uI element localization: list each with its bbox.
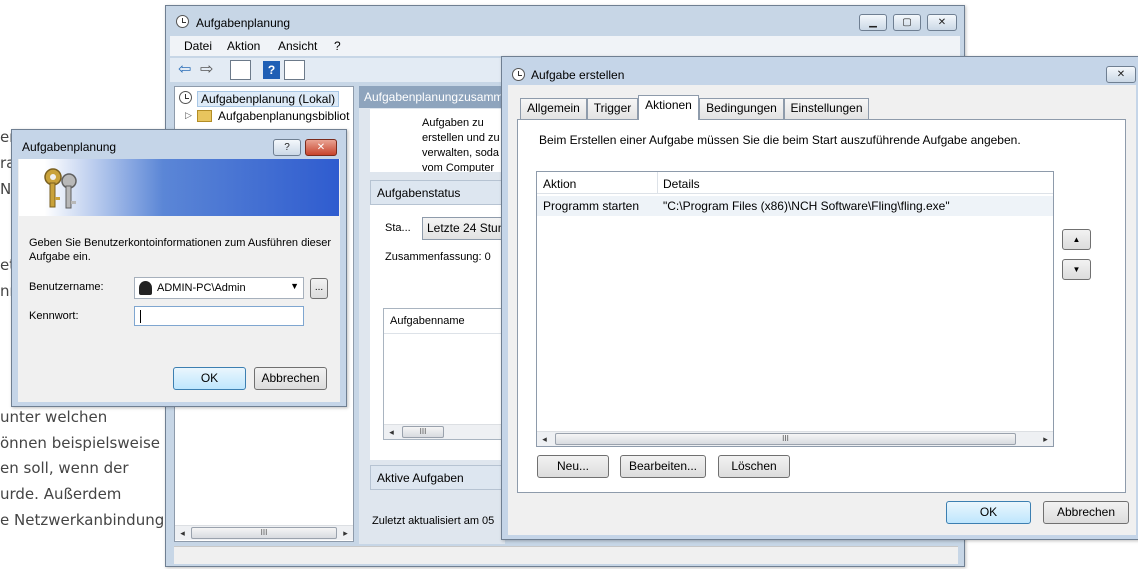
- column-header-aktion[interactable]: Aktion: [543, 177, 576, 191]
- chevron-down-icon[interactable]: ▼: [290, 281, 299, 291]
- minimize-button[interactable]: ▁: [859, 14, 887, 31]
- actions-list: Aktion Details Programm starten "C:\Prog…: [536, 171, 1054, 447]
- summary-line: vom Computer: [422, 162, 495, 172]
- tab-description: Beim Erstellen einer Aufgabe müssen Sie …: [539, 133, 1021, 147]
- summary-header: Aufgabenplanungzusamm: [359, 86, 505, 108]
- summary-text-block: Aufgaben zu erstellen und zu verwalten, …: [370, 109, 505, 172]
- move-up-button[interactable]: ▲: [1062, 229, 1091, 250]
- credential-dialog: Aufgabenplanung ? ✕ Geben Sie Benutzerko…: [11, 129, 347, 407]
- scroll-left-icon[interactable]: ◂: [537, 432, 552, 446]
- status-period-select[interactable]: Letzte 24 Stun: [422, 217, 505, 240]
- status-label: Sta...: [385, 222, 411, 234]
- password-field[interactable]: [134, 306, 304, 326]
- tree-item-library[interactable]: Aufgabenplanungsbibliot: [218, 109, 349, 123]
- delete-action-button[interactable]: Löschen: [718, 455, 790, 478]
- dialog-title-bar[interactable]: Aufgabe erstellen ✕: [502, 57, 1138, 87]
- tab-trigger[interactable]: Trigger: [587, 98, 638, 119]
- column-divider: [657, 172, 658, 194]
- tab-allgemein[interactable]: Allgemein: [520, 98, 587, 119]
- dialog-title: Aufgabe erstellen: [531, 68, 625, 82]
- move-down-button[interactable]: ▼: [1062, 259, 1091, 280]
- browse-user-button[interactable]: ...: [310, 278, 328, 299]
- column-header-details[interactable]: Details: [663, 177, 700, 191]
- close-button[interactable]: ✕: [1106, 66, 1136, 83]
- dialog-title: Aufgabenplanung: [22, 140, 117, 154]
- new-action-button[interactable]: Neu...: [537, 455, 609, 478]
- tab-einstellungen[interactable]: Einstellungen: [784, 98, 869, 119]
- article-fragment: önnen beispielsweise: [0, 434, 161, 452]
- clock-icon: [512, 68, 525, 81]
- status-bar: [174, 546, 958, 564]
- summary-line: Aufgaben zu: [422, 117, 484, 129]
- scroll-right-icon[interactable]: ▸: [1038, 432, 1053, 446]
- console-tree-icon[interactable]: [230, 60, 251, 80]
- dialog-title-bar[interactable]: Aufgabenplanung ? ✕: [12, 130, 346, 160]
- tree-item-root[interactable]: Aufgabenplanung (Lokal): [197, 91, 340, 107]
- maximize-button[interactable]: ▢: [893, 14, 921, 31]
- scroll-left-icon[interactable]: ◂: [384, 425, 399, 439]
- ok-button[interactable]: OK: [173, 367, 246, 390]
- summary-line: verwalten, soda: [422, 147, 500, 159]
- tab-aktionen[interactable]: Aktionen: [638, 95, 699, 120]
- summary-line: erstellen und zu: [422, 132, 500, 144]
- user-icon: [139, 281, 152, 295]
- task-status-header[interactable]: Aufgabenstatus: [370, 180, 505, 205]
- actions-horizontal-scrollbar[interactable]: ◂ III ▸: [537, 431, 1053, 446]
- instruction-text: Geben Sie Benutzerkontoinformationen zum…: [29, 237, 332, 263]
- cancel-button[interactable]: Abbrechen: [254, 367, 327, 390]
- scroll-thumb[interactable]: III: [555, 433, 1016, 445]
- folder-icon: [197, 110, 212, 122]
- scroll-thumb[interactable]: III: [402, 426, 444, 438]
- action-pane-icon[interactable]: [284, 60, 305, 80]
- window-title: Aufgabenplanung: [196, 16, 291, 30]
- article-fragment: N: [0, 180, 12, 198]
- task-list: Aufgabenname ◂ III: [383, 308, 505, 440]
- column-header-taskname[interactable]: Aufgabenname: [390, 315, 465, 327]
- list-header: [537, 172, 1053, 194]
- tree-horizontal-scrollbar[interactable]: ◂ III ▸: [175, 525, 353, 540]
- help-button[interactable]: ?: [273, 139, 301, 156]
- create-task-dialog: Aufgabe erstellen ✕ Allgemein Trigger Ak…: [501, 56, 1138, 540]
- edit-action-button[interactable]: Bearbeiten...: [620, 455, 706, 478]
- menu-aktion[interactable]: Aktion: [227, 39, 260, 53]
- username-label: Benutzername:: [29, 281, 104, 293]
- ok-button[interactable]: OK: [946, 501, 1031, 524]
- close-button[interactable]: ✕: [927, 14, 957, 31]
- row-aktion-cell: Programm starten: [543, 199, 640, 213]
- clock-icon: [176, 15, 189, 28]
- article-fragment: e Netzwerkanbindung: [0, 511, 165, 529]
- password-label: Kennwort:: [29, 310, 79, 322]
- help-icon[interactable]: ?: [263, 61, 280, 79]
- active-tasks-header[interactable]: Aktive Aufgaben: [370, 465, 505, 490]
- task-list-scrollbar[interactable]: ◂ III: [384, 424, 505, 439]
- row-details-cell: "C:\Program Files (x86)\NCH Software\Fli…: [663, 199, 950, 213]
- text-caret: [140, 310, 141, 323]
- keys-icon: [44, 168, 77, 209]
- menu-ansicht[interactable]: Ansicht: [278, 39, 317, 53]
- menu-help[interactable]: ?: [334, 39, 341, 53]
- username-value: ADMIN-PC\Admin: [157, 282, 246, 294]
- dialog-banner: [19, 159, 339, 216]
- clock-icon: [179, 91, 192, 104]
- close-button[interactable]: ✕: [305, 139, 337, 156]
- article-fragment: urde. Außerdem: [0, 485, 122, 503]
- scroll-right-icon[interactable]: ▸: [338, 526, 353, 540]
- username-combobox[interactable]: ADMIN-PC\Admin ▼: [134, 277, 304, 299]
- forward-arrow-icon[interactable]: ⇨: [200, 62, 218, 78]
- menu-datei[interactable]: Datei: [184, 39, 212, 53]
- article-fragment: en soll, wenn der: [0, 459, 129, 477]
- scroll-thumb[interactable]: III: [191, 527, 337, 539]
- summary-count: Zusammenfassung: 0: [385, 251, 491, 263]
- cancel-button[interactable]: Abbrechen: [1043, 501, 1129, 524]
- tree-expander-icon[interactable]: ▷: [185, 110, 192, 121]
- title-bar[interactable]: Aufgabenplanung ▁ ▢ ✕: [166, 6, 964, 36]
- column-divider: [384, 333, 505, 334]
- scroll-left-icon[interactable]: ◂: [175, 526, 190, 540]
- back-arrow-icon[interactable]: ⇦: [178, 62, 196, 78]
- tab-bedingungen[interactable]: Bedingungen: [699, 98, 784, 119]
- last-updated-text: Zuletzt aktualisiert am 05: [372, 515, 495, 527]
- article-fragment: unter welchen: [0, 408, 108, 426]
